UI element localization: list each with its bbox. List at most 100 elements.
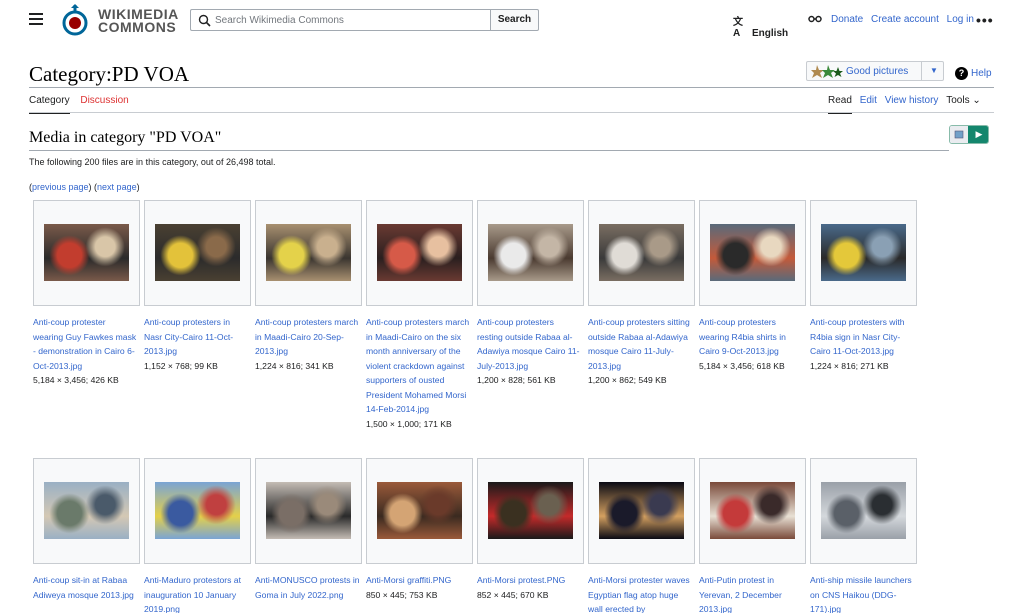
file-name-link[interactable]: Anti-ship missile launchers on CNS Haiko…: [810, 573, 915, 613]
file-name-link[interactable]: Anti-coup protesters wearing R4bia shirt…: [699, 315, 804, 359]
page-title: Category:PD VOA: [29, 62, 190, 86]
thumbnail-image[interactable]: [155, 482, 240, 539]
thumbnail-image[interactable]: [266, 224, 351, 281]
chevron-down-icon[interactable]: ▼: [930, 66, 938, 75]
thumbnail-image[interactable]: [44, 482, 129, 539]
language-icon: 文A: [733, 17, 743, 39]
file-count: The following 200 files are in this cate…: [29, 157, 276, 167]
tab-edit[interactable]: Edit: [860, 95, 877, 112]
thumbnail[interactable]: [699, 200, 806, 306]
file-name-link[interactable]: Anti-Maduro protestors at inauguration 1…: [144, 573, 249, 613]
search-input[interactable]: [215, 12, 485, 28]
thumbnail[interactable]: [255, 200, 362, 306]
file-meta: 1,200 × 862; 549 KB: [588, 375, 667, 385]
thumbnail-image[interactable]: [155, 224, 240, 281]
main-menu-icon[interactable]: [29, 13, 43, 25]
thumbnail-image[interactable]: [377, 482, 462, 539]
slideshow-button[interactable]: ▶: [949, 125, 989, 144]
thumbnail-image[interactable]: [44, 224, 129, 281]
title-divider: [29, 87, 994, 88]
file-name-link[interactable]: Anti-coup protesters march in Maadi-Cair…: [255, 315, 360, 359]
pager: (previous page) (next page): [29, 182, 140, 192]
file-name-link[interactable]: Anti-Morsi protester waves Egyptian flag…: [588, 573, 693, 613]
help-label: Help: [971, 68, 992, 79]
thumbnail-image[interactable]: [377, 224, 462, 281]
thumbnail-image[interactable]: [599, 224, 684, 281]
thumbnail[interactable]: [810, 200, 917, 306]
chevron-down-icon: ⌄: [972, 95, 981, 106]
file-name-link[interactable]: Anti-MONUSCO protests in Goma in July 20…: [255, 573, 360, 602]
file-name-link[interactable]: Anti-coup protesters resting outside Rab…: [477, 315, 582, 373]
search-box[interactable]: [190, 9, 490, 31]
good-pictures-icon: [811, 65, 843, 78]
gallery-item: Anti-Morsi protest.PNG 852 × 445; 670 KB: [477, 458, 584, 602]
file-name-link[interactable]: Anti-coup protesters with R4bia sign in …: [810, 315, 915, 359]
gallery-item: Anti-MONUSCO protests in Goma in July 20…: [255, 458, 362, 602]
gallery-item: Anti-coup sit-in at Rabaa Adiweya mosque…: [33, 458, 140, 602]
create-account-link[interactable]: Create account: [871, 14, 939, 25]
section-divider: [29, 150, 949, 151]
thumbnail[interactable]: [588, 458, 695, 564]
file-meta: 5,184 × 3,456; 618 KB: [699, 360, 785, 371]
more-options-icon[interactable]: •••: [976, 12, 994, 28]
search-button[interactable]: Search: [490, 9, 539, 31]
thumbnail[interactable]: [477, 200, 584, 306]
file-name-link[interactable]: Anti-coup protesters in Nasr City-Cairo …: [144, 315, 249, 359]
help-link[interactable]: ? Help: [955, 67, 992, 80]
tab-view-history[interactable]: View history: [885, 95, 939, 112]
thumbnail[interactable]: [366, 458, 473, 564]
gallery-item: Anti-coup protesters sitting outside Rab…: [588, 200, 695, 388]
file-name-link[interactable]: Anti-coup protesters sitting outside Rab…: [588, 315, 693, 373]
thumbnail[interactable]: [477, 458, 584, 564]
log-in-link[interactable]: Log in: [947, 14, 974, 25]
thumbnail-image[interactable]: [488, 224, 573, 281]
file-name-link[interactable]: Anti-coup sit-in at Rabaa Adiweya mosque…: [33, 573, 138, 602]
file-name-link[interactable]: Anti-coup protesters march in Maadi-Cair…: [366, 315, 471, 417]
thumbnail-image[interactable]: [710, 482, 795, 539]
gallery-item: Anti-Maduro protestors at inauguration 1…: [144, 458, 251, 613]
file-name-link[interactable]: Anti-Putin protest in Yerevan, 2 Decembe…: [699, 573, 804, 613]
thumbnail-image[interactable]: [266, 482, 351, 539]
thumbnail[interactable]: [366, 200, 473, 306]
gallery-item: Anti-coup protesters wearing R4bia shirt…: [699, 200, 806, 373]
thumbnail[interactable]: [33, 458, 140, 564]
thumbnail[interactable]: [588, 200, 695, 306]
good-pictures-dropdown[interactable]: Good pictures ▼: [806, 61, 944, 81]
gallery-item: Anti-coup protester wearing Guy Fawkes m…: [33, 200, 140, 388]
logo-wordmark[interactable]: WIKIMEDIA COMMONS: [98, 7, 179, 34]
thumbnail[interactable]: [144, 200, 251, 306]
next-page-link[interactable]: next page: [97, 182, 137, 192]
file-name-link[interactable]: Anti-coup protester wearing Guy Fawkes m…: [33, 315, 138, 373]
thumbnail-image[interactable]: [710, 224, 795, 281]
gallery-item: Anti-coup protesters in Nasr City-Cairo …: [144, 200, 251, 373]
thumbnail-image[interactable]: [821, 224, 906, 281]
file-meta: 1,224 × 816; 271 KB: [810, 360, 889, 371]
play-icon: ▶: [968, 126, 988, 143]
gallery-item: Anti-Morsi protester waves Egyptian flag…: [588, 458, 695, 613]
wikimedia-commons-logo-icon[interactable]: [60, 4, 90, 38]
file-meta: 5,184 × 3,456; 426 KB: [33, 375, 119, 385]
thumbnail-image[interactable]: [488, 482, 573, 539]
glasses-icon[interactable]: [808, 14, 822, 24]
tools-label: Tools: [946, 95, 970, 106]
previous-page-link[interactable]: previous page: [32, 182, 89, 192]
thumbnail-image[interactable]: [821, 482, 906, 539]
help-icon: ?: [955, 67, 968, 80]
file-meta: 1,200 × 828; 561 KB: [477, 375, 556, 385]
tab-discussion[interactable]: Discussion: [80, 95, 128, 112]
gallery-item: Anti-ship missile launchers on CNS Haiko…: [810, 458, 917, 613]
thumbnail[interactable]: [33, 200, 140, 306]
thumbnail[interactable]: [699, 458, 806, 564]
gallery-item: Anti-coup protesters resting outside Rab…: [477, 200, 584, 388]
gallery-item: Anti-coup protesters march in Maadi-Cair…: [366, 200, 473, 431]
tools-menu[interactable]: Tools ⌄: [946, 95, 981, 112]
file-name-link[interactable]: Anti-Morsi graffiti.PNG: [366, 573, 471, 588]
thumbnail-image[interactable]: [599, 482, 684, 539]
file-name-link[interactable]: Anti-Morsi protest.PNG: [477, 573, 582, 588]
donate-link[interactable]: Donate: [831, 14, 863, 25]
thumbnail[interactable]: [255, 458, 362, 564]
language-selector[interactable]: 文A English: [733, 13, 788, 39]
thumbnail[interactable]: [144, 458, 251, 564]
image-icon: [950, 126, 968, 143]
thumbnail[interactable]: [810, 458, 917, 564]
